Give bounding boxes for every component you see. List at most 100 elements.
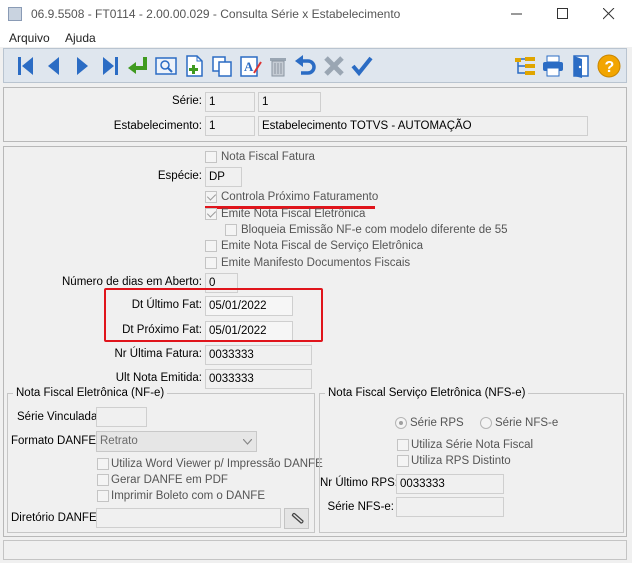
nfe-group-title: Nota Fiscal Eletrônica (NF-e) [13, 387, 168, 399]
maximize-icon [557, 8, 568, 19]
minimize-icon [511, 13, 522, 15]
navigation-tree-button[interactable] [512, 53, 538, 79]
browse-directory-button[interactable] [284, 508, 309, 529]
title-bar: 06.9.5508 - FT0114 - 2.00.00.029 - Consu… [0, 0, 632, 29]
edit-button[interactable]: A [237, 53, 263, 79]
search-button[interactable] [153, 53, 179, 79]
especie-label: Espécie: [157, 170, 202, 182]
undo-icon [295, 55, 316, 75]
especie-field[interactable]: DP [205, 167, 242, 187]
svg-text:A: A [244, 59, 254, 74]
utiliza-serie-nf-checkbox[interactable] [397, 439, 409, 451]
diretorio-danfe-field[interactable] [96, 508, 281, 528]
serie-nfse-label: Série NFS-e: [327, 501, 394, 513]
navigation-tree-icon [515, 57, 535, 75]
controla-proximo-faturamento-label: Controla Próximo Faturamento [221, 191, 379, 203]
copy-button[interactable] [209, 53, 235, 79]
exit-button[interactable] [568, 53, 594, 79]
serie-vinculada-field[interactable] [96, 407, 147, 427]
utiliza-rps-distinto-checkbox[interactable] [397, 455, 409, 467]
bloqueia-emissao-checkbox[interactable] [225, 224, 237, 236]
chevron-down-icon [243, 439, 252, 445]
new-icon [186, 55, 203, 77]
cancel-button[interactable] [321, 53, 347, 79]
emite-manifesto-label: Emite Manifesto Documentos Fiscais [221, 257, 411, 269]
previous-icon [48, 57, 59, 75]
annotation-box [104, 288, 323, 342]
undo-button[interactable] [293, 53, 319, 79]
goto-icon [128, 57, 147, 74]
delete-button[interactable] [265, 53, 291, 79]
edit-icon: A [240, 56, 262, 77]
emite-nfse-checkbox[interactable] [205, 240, 217, 252]
next-icon [77, 57, 88, 75]
nota-fiscal-fatura-label: Nota Fiscal Fatura [221, 151, 315, 163]
nr-ultima-fatura-label: Nr Última Fatura: [114, 348, 202, 360]
estabelecimento-code-field[interactable]: 1 [205, 116, 255, 136]
menu-bar: Arquivo Ajuda [0, 29, 632, 47]
nr-ultimo-rps-label: Nr Último RPS: [320, 477, 398, 489]
serie-nfse-field[interactable] [396, 497, 504, 517]
gerar-pdf-checkbox[interactable] [97, 474, 109, 486]
imprimir-boleto-label: Imprimir Boleto com o DANFE [111, 490, 266, 502]
first-record-button[interactable] [13, 53, 39, 79]
svg-text:?: ? [605, 59, 615, 76]
ult-nota-emitida-label: Ult Nota Emitida: [115, 372, 202, 384]
nfse-group-title: Nota Fiscal Serviço Eletrônica (NFS-e) [325, 387, 529, 399]
minimize-button[interactable] [494, 0, 540, 29]
utiliza-rps-distinto-label: Utiliza RPS Distinto [411, 455, 511, 467]
serie-nfse-radio[interactable] [480, 417, 492, 429]
maximize-button[interactable] [540, 0, 586, 29]
emite-manifesto-checkbox[interactable] [205, 257, 217, 269]
menu-arquivo[interactable]: Arquivo [9, 31, 50, 45]
nr-ultimo-rps-field[interactable]: 0033333 [396, 474, 504, 494]
bloqueia-emissao-label: Bloqueia Emissão NF-e com modelo diferen… [241, 224, 508, 236]
print-button[interactable] [540, 53, 566, 79]
confirm-icon [351, 56, 373, 77]
word-viewer-label: Utiliza Word Viewer p/ Impressão DANFE [111, 458, 323, 470]
formato-danfe-value: Retrato [100, 435, 138, 447]
last-record-button[interactable] [97, 53, 123, 79]
dias-aberto-label: Número de dias em Aberto: [62, 276, 202, 288]
new-button[interactable] [181, 53, 207, 79]
paperclip-icon [291, 513, 304, 524]
next-record-button[interactable] [69, 53, 95, 79]
imprimir-boleto-checkbox[interactable] [97, 490, 109, 502]
help-button[interactable]: ? [596, 53, 622, 79]
close-button[interactable] [586, 0, 632, 29]
emite-nfse-label: Emite Nota Fiscal de Serviço Eletrônica [221, 240, 423, 252]
gerar-pdf-label: Gerar DANFE em PDF [111, 474, 228, 486]
ult-nota-emitida-field[interactable]: 0033333 [205, 369, 312, 389]
word-viewer-checkbox[interactable] [97, 458, 109, 470]
last-icon [103, 57, 118, 75]
estabelecimento-name-field[interactable]: Estabelecimento TOTVS - AUTOMAÇÃO [258, 116, 588, 136]
nota-fiscal-fatura-checkbox[interactable] [205, 151, 217, 163]
emite-nfe-label: Emite Nota Fiscal Eletrônica [221, 208, 366, 220]
search-icon [155, 57, 177, 75]
menu-ajuda[interactable]: Ajuda [65, 31, 96, 45]
serie-rps-label: Série RPS [410, 417, 464, 429]
print-icon [543, 55, 563, 77]
serie-field-2[interactable]: 1 [258, 92, 321, 112]
help-icon: ? [597, 54, 621, 78]
emite-nfe-checkbox[interactable] [205, 208, 217, 220]
toolbar: A ? [3, 48, 627, 83]
utiliza-serie-nf-label: Utiliza Série Nota Fiscal [411, 439, 534, 451]
serie-rps-radio[interactable] [395, 417, 407, 429]
diretorio-danfe-label: Diretório DANFE: [11, 512, 100, 524]
controla-proximo-faturamento-checkbox[interactable] [205, 191, 217, 203]
estabelecimento-label: Estabelecimento: [113, 120, 202, 132]
first-icon [18, 57, 33, 75]
serie-nfse-radio-label: Série NFS-e [495, 417, 559, 429]
nr-ultima-fatura-field[interactable]: 0033333 [205, 345, 312, 365]
serie-field[interactable]: 1 [205, 92, 255, 112]
app-icon [8, 7, 22, 21]
goto-button[interactable] [125, 53, 151, 79]
status-bar [3, 540, 627, 560]
confirm-button[interactable] [349, 53, 375, 79]
formato-danfe-label: Formato DANFE: [11, 435, 100, 447]
formato-danfe-select[interactable]: Retrato [96, 431, 257, 452]
window-title: 06.9.5508 - FT0114 - 2.00.00.029 - Consu… [31, 7, 401, 21]
exit-icon [573, 55, 589, 78]
previous-record-button[interactable] [41, 53, 67, 79]
